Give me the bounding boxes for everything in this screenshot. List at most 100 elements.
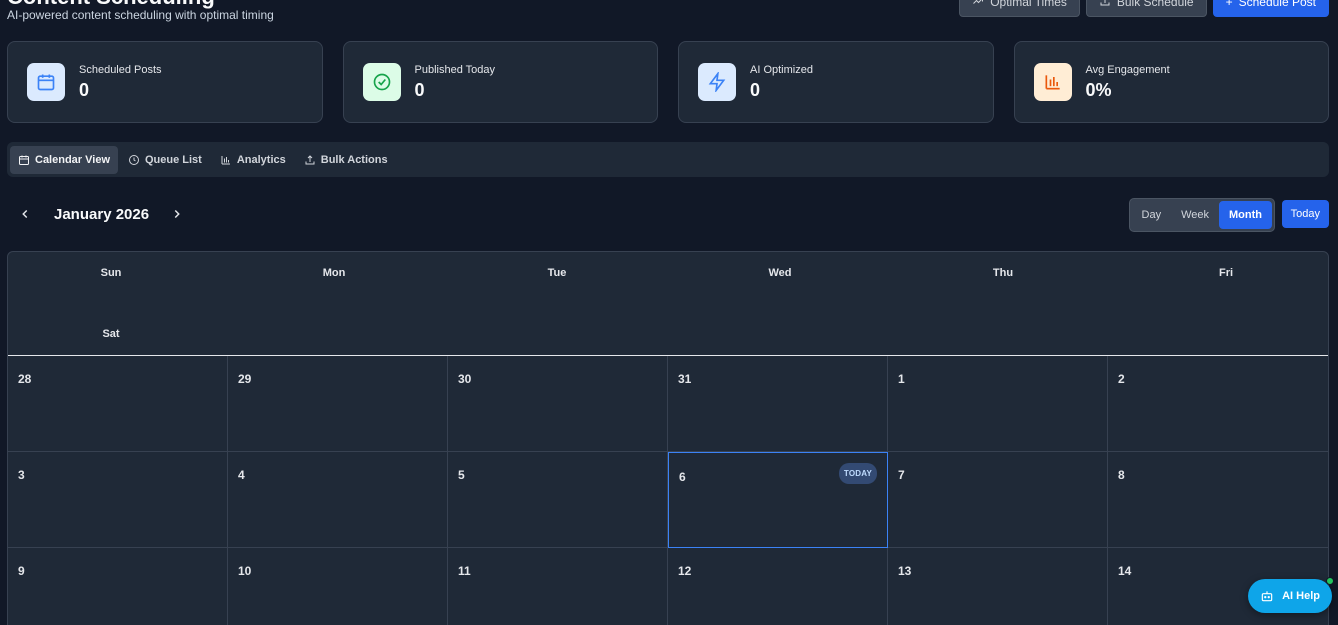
calendar-day[interactable]: 7: [888, 452, 1108, 548]
view-day-button[interactable]: Day: [1132, 201, 1172, 229]
weekday-fri: Fri: [1218, 267, 1234, 279]
day-number: 13: [898, 564, 912, 578]
bulk-schedule-label: Bulk Schedule: [1116, 0, 1194, 9]
stat-value: 0: [750, 79, 761, 100]
calendar-day[interactable]: 11: [448, 548, 668, 625]
day-number: 7: [898, 468, 905, 482]
calendar-week: 3 4 5 6 TODAY 7 8: [8, 452, 1328, 548]
day-number: 2: [1118, 372, 1125, 386]
online-indicator: [1326, 577, 1334, 585]
month-calendar: Sun Mon Tue Wed Thu Fri Sat 28 29 30 31 …: [7, 251, 1329, 625]
view-switch: Day Week Month: [1128, 198, 1275, 232]
weekday-mon: Mon: [322, 267, 346, 279]
day-number: 9: [18, 564, 25, 578]
stat-label: Avg Engagement: [1085, 63, 1170, 76]
stat-card-engagement: Avg Engagement 0%: [1013, 41, 1329, 123]
tab-label: Queue List: [145, 153, 202, 166]
view-week-button[interactable]: Week: [1171, 201, 1219, 229]
trending-up-icon: [972, 0, 984, 9]
bulk-schedule-button[interactable]: Bulk Schedule: [1085, 0, 1207, 17]
calendar-day[interactable]: 31: [668, 356, 888, 452]
weekday-thu: Thu: [992, 267, 1014, 279]
calendar-week: 9 10 11 12 13 14: [8, 548, 1328, 625]
calendar-icon: [19, 155, 29, 165]
chevron-left-icon[interactable]: [13, 202, 37, 226]
bar-chart-icon: [1033, 63, 1072, 101]
page-subtitle: AI-powered content scheduling with optim…: [7, 8, 274, 22]
weekday-tue: Tue: [547, 267, 567, 279]
day-number: 11: [458, 564, 471, 578]
upload-icon: [305, 154, 315, 164]
app-root: Content Scheduling AI-powered content sc…: [0, 0, 1338, 625]
tab-bulk-actions[interactable]: Bulk Actions: [296, 146, 396, 174]
calendar-day[interactable]: 13: [888, 548, 1108, 625]
day-number: 12: [678, 564, 692, 578]
stat-value: 0: [79, 79, 90, 100]
check-circle-icon: [362, 63, 401, 101]
stats-row: Scheduled Posts 0 Published Today 0 AI O…: [7, 41, 1329, 123]
schedule-post-label: Schedule Post: [1238, 0, 1316, 9]
ai-help-button[interactable]: AI Help: [1248, 577, 1334, 613]
lightning-icon: [698, 63, 736, 101]
chevron-right-icon[interactable]: [165, 202, 189, 226]
stat-value: 0: [414, 79, 425, 100]
weekday-header: Sun Mon Tue Wed Thu Fri Sat: [8, 252, 1328, 356]
month-label: January 2026: [54, 206, 150, 223]
view-tabs: Calendar View Queue List Analytics Bulk …: [7, 142, 1329, 177]
stat-label: AI Optimized: [750, 63, 813, 76]
calendar-day[interactable]: 28: [8, 356, 228, 452]
weekday-sun: Sun: [100, 267, 122, 279]
calendar-day[interactable]: 9: [8, 548, 228, 625]
stat-value: 0%: [1085, 79, 1112, 100]
calendar-day-today[interactable]: 6 TODAY: [668, 452, 888, 548]
calendar-nav: January 2026 Day Week Month Today: [7, 198, 1329, 232]
day-number: 5: [458, 468, 465, 482]
stat-label: Scheduled Posts: [79, 63, 162, 76]
day-number: 14: [1118, 564, 1132, 578]
tab-label: Bulk Actions: [320, 153, 388, 166]
clock-icon: [129, 154, 139, 165]
bar-chart-icon: [221, 155, 230, 164]
view-month-button[interactable]: Month: [1219, 201, 1272, 229]
calendar-day[interactable]: 2: [1108, 356, 1328, 452]
calendar-day[interactable]: 3: [8, 452, 228, 548]
tab-calendar-view[interactable]: Calendar View: [10, 145, 118, 174]
upload-icon: [1099, 0, 1111, 9]
calendar-day[interactable]: 5: [448, 452, 668, 548]
calendar-day[interactable]: 10: [228, 548, 448, 625]
calendar-day[interactable]: 4: [228, 452, 448, 548]
stat-card-published: Published Today 0: [342, 41, 658, 123]
optimal-times-label: Optimal Times: [990, 0, 1067, 9]
day-number: 30: [458, 372, 472, 386]
today-button[interactable]: Today: [1281, 200, 1329, 228]
tab-analytics[interactable]: Analytics: [212, 146, 294, 174]
plus-icon: +: [1225, 0, 1233, 9]
schedule-post-button[interactable]: + Schedule Post: [1212, 0, 1329, 17]
bot-icon: [1261, 591, 1273, 602]
stat-card-ai-optimized: AI Optimized 0: [678, 41, 994, 123]
calendar-day[interactable]: 8: [1108, 452, 1328, 548]
weekday-wed: Wed: [768, 267, 792, 279]
day-number: 28: [18, 372, 32, 386]
day-number: 8: [1118, 468, 1125, 482]
calendar-day[interactable]: 30: [448, 356, 668, 452]
day-number: 4: [238, 468, 245, 482]
calendar-week: 28 29 30 31 1 2: [8, 356, 1328, 452]
day-number: 10: [238, 564, 252, 578]
tab-queue-list[interactable]: Queue List: [120, 146, 210, 174]
day-number: 3: [18, 468, 25, 482]
stat-label: Published Today: [414, 63, 496, 76]
day-number: 31: [678, 372, 692, 386]
day-number: 1: [898, 372, 905, 386]
stat-card-scheduled: Scheduled Posts 0: [7, 41, 323, 123]
day-number: 6: [679, 470, 686, 484]
calendar-grid: 28 29 30 31 1 2 3 4 5 6 TODAY 7 8 9 10 1…: [8, 356, 1328, 625]
calendar-day[interactable]: 1: [888, 356, 1108, 452]
optimal-times-button[interactable]: Optimal Times: [959, 0, 1080, 17]
tab-label: Analytics: [236, 153, 286, 166]
weekday-sat: Sat: [102, 328, 120, 340]
calendar-day[interactable]: 12: [668, 548, 888, 625]
today-badge: TODAY: [838, 463, 877, 484]
ai-help-label: AI Help: [1282, 590, 1320, 602]
calendar-day[interactable]: 29: [228, 356, 448, 452]
